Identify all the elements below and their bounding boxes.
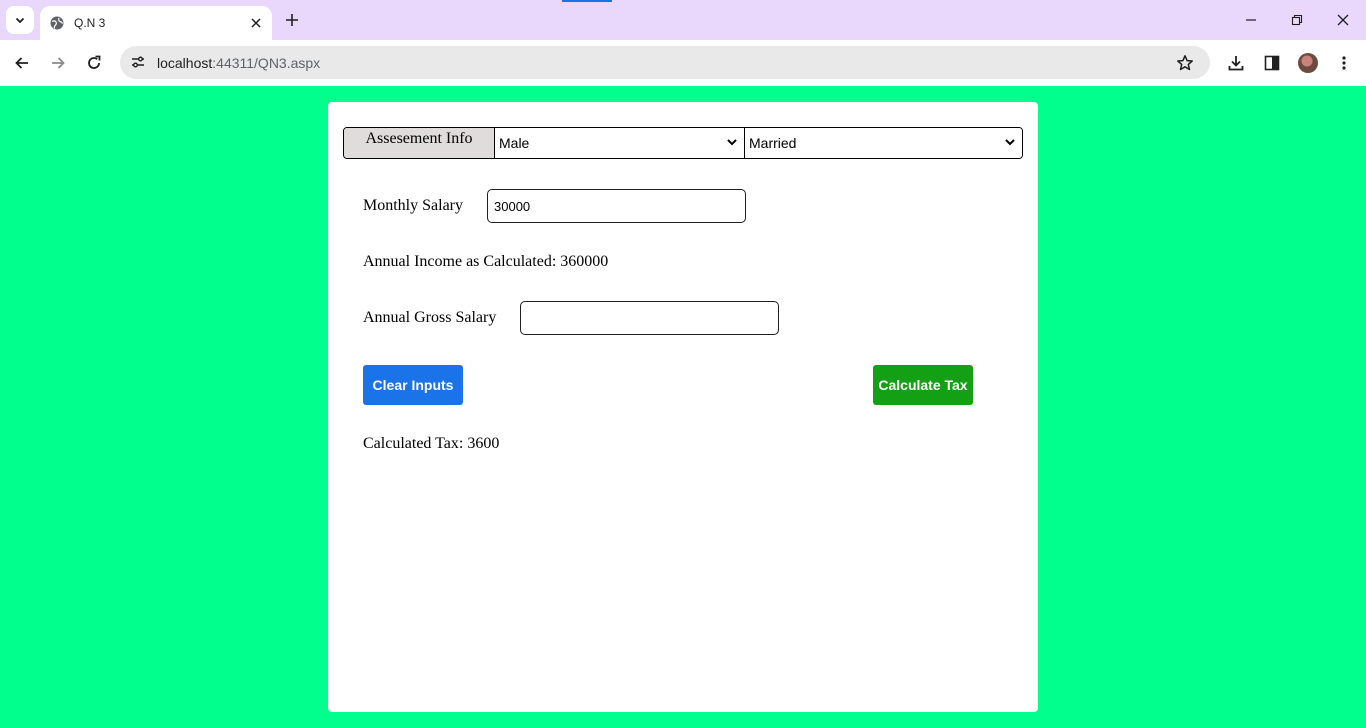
restore-button[interactable] — [1274, 0, 1320, 40]
minimize-icon — [1246, 19, 1256, 21]
marital-select-value: Married — [749, 135, 797, 151]
annual-income-text: Annual Income as Calculated: 360000 — [363, 253, 609, 270]
calculate-tax-button[interactable]: Calculate Tax — [873, 365, 973, 405]
reload-button[interactable] — [79, 48, 109, 78]
tab-strip-accent — [562, 0, 612, 2]
gender-select-value: Male — [499, 135, 530, 151]
site-info-icon[interactable] — [126, 50, 150, 74]
monthly-salary-input[interactable]: 30000 — [487, 189, 746, 223]
chevron-down-icon — [15, 17, 25, 24]
marital-status-select[interactable]: Married — [745, 128, 1022, 158]
url-path: :44311/QN3.aspx — [212, 55, 321, 71]
back-button[interactable] — [7, 48, 37, 78]
arrow-left-icon — [15, 57, 28, 69]
avatar — [1298, 53, 1318, 73]
new-tab-button[interactable] — [280, 8, 304, 32]
downloads-button[interactable] — [1222, 49, 1250, 77]
arrow-right-icon — [52, 57, 65, 69]
tab-title: Q.N 3 — [74, 16, 106, 30]
more-vert-icon — [1342, 56, 1346, 70]
chevron-down-icon — [727, 139, 737, 146]
monthly-salary-label: Monthly Salary — [363, 197, 463, 214]
globe-icon — [49, 15, 65, 31]
close-window-button[interactable] — [1320, 0, 1366, 40]
reload-icon — [88, 55, 101, 69]
bookmark-star-icon[interactable] — [1174, 52, 1196, 74]
assessment-row: Assesement Info Male Married — [343, 127, 1023, 159]
tab-search-button[interactable] — [6, 6, 34, 34]
close-icon — [1337, 14, 1349, 26]
assessment-info-label: Assesement Info — [344, 128, 495, 158]
annual-gross-salary-input[interactable] — [520, 301, 779, 335]
tax-form-card: Assesement Info Male Married Monthly Sal… — [328, 102, 1038, 712]
chevron-down-icon — [1005, 139, 1015, 146]
forward-button[interactable] — [43, 48, 73, 78]
side-panel-icon — [1264, 55, 1280, 71]
browser-toolbar: localhost:44311/QN3.aspx — [0, 40, 1366, 86]
close-tab-icon[interactable] — [246, 13, 266, 33]
url-host: localhost — [157, 55, 213, 71]
tab-active[interactable]: Q.N 3 — [40, 6, 272, 40]
restore-icon — [1291, 14, 1303, 26]
clear-inputs-button[interactable]: Clear Inputs — [363, 365, 463, 405]
gender-select[interactable]: Male — [495, 128, 745, 158]
menu-button[interactable] — [1330, 49, 1358, 77]
download-icon — [1228, 56, 1244, 71]
profile-button[interactable] — [1294, 49, 1322, 77]
annual-gross-salary-label: Annual Gross Salary — [363, 309, 497, 326]
address-bar[interactable]: localhost:44311/QN3.aspx — [120, 46, 1210, 79]
calculated-tax-text: Calculated Tax: 3600 — [363, 435, 500, 452]
minimize-button[interactable] — [1228, 0, 1274, 40]
plus-icon — [286, 14, 298, 26]
side-panel-button[interactable] — [1258, 49, 1286, 77]
tab-strip: Q.N 3 — [0, 0, 1366, 40]
url-text[interactable]: localhost:44311/QN3.aspx — [157, 55, 320, 71]
